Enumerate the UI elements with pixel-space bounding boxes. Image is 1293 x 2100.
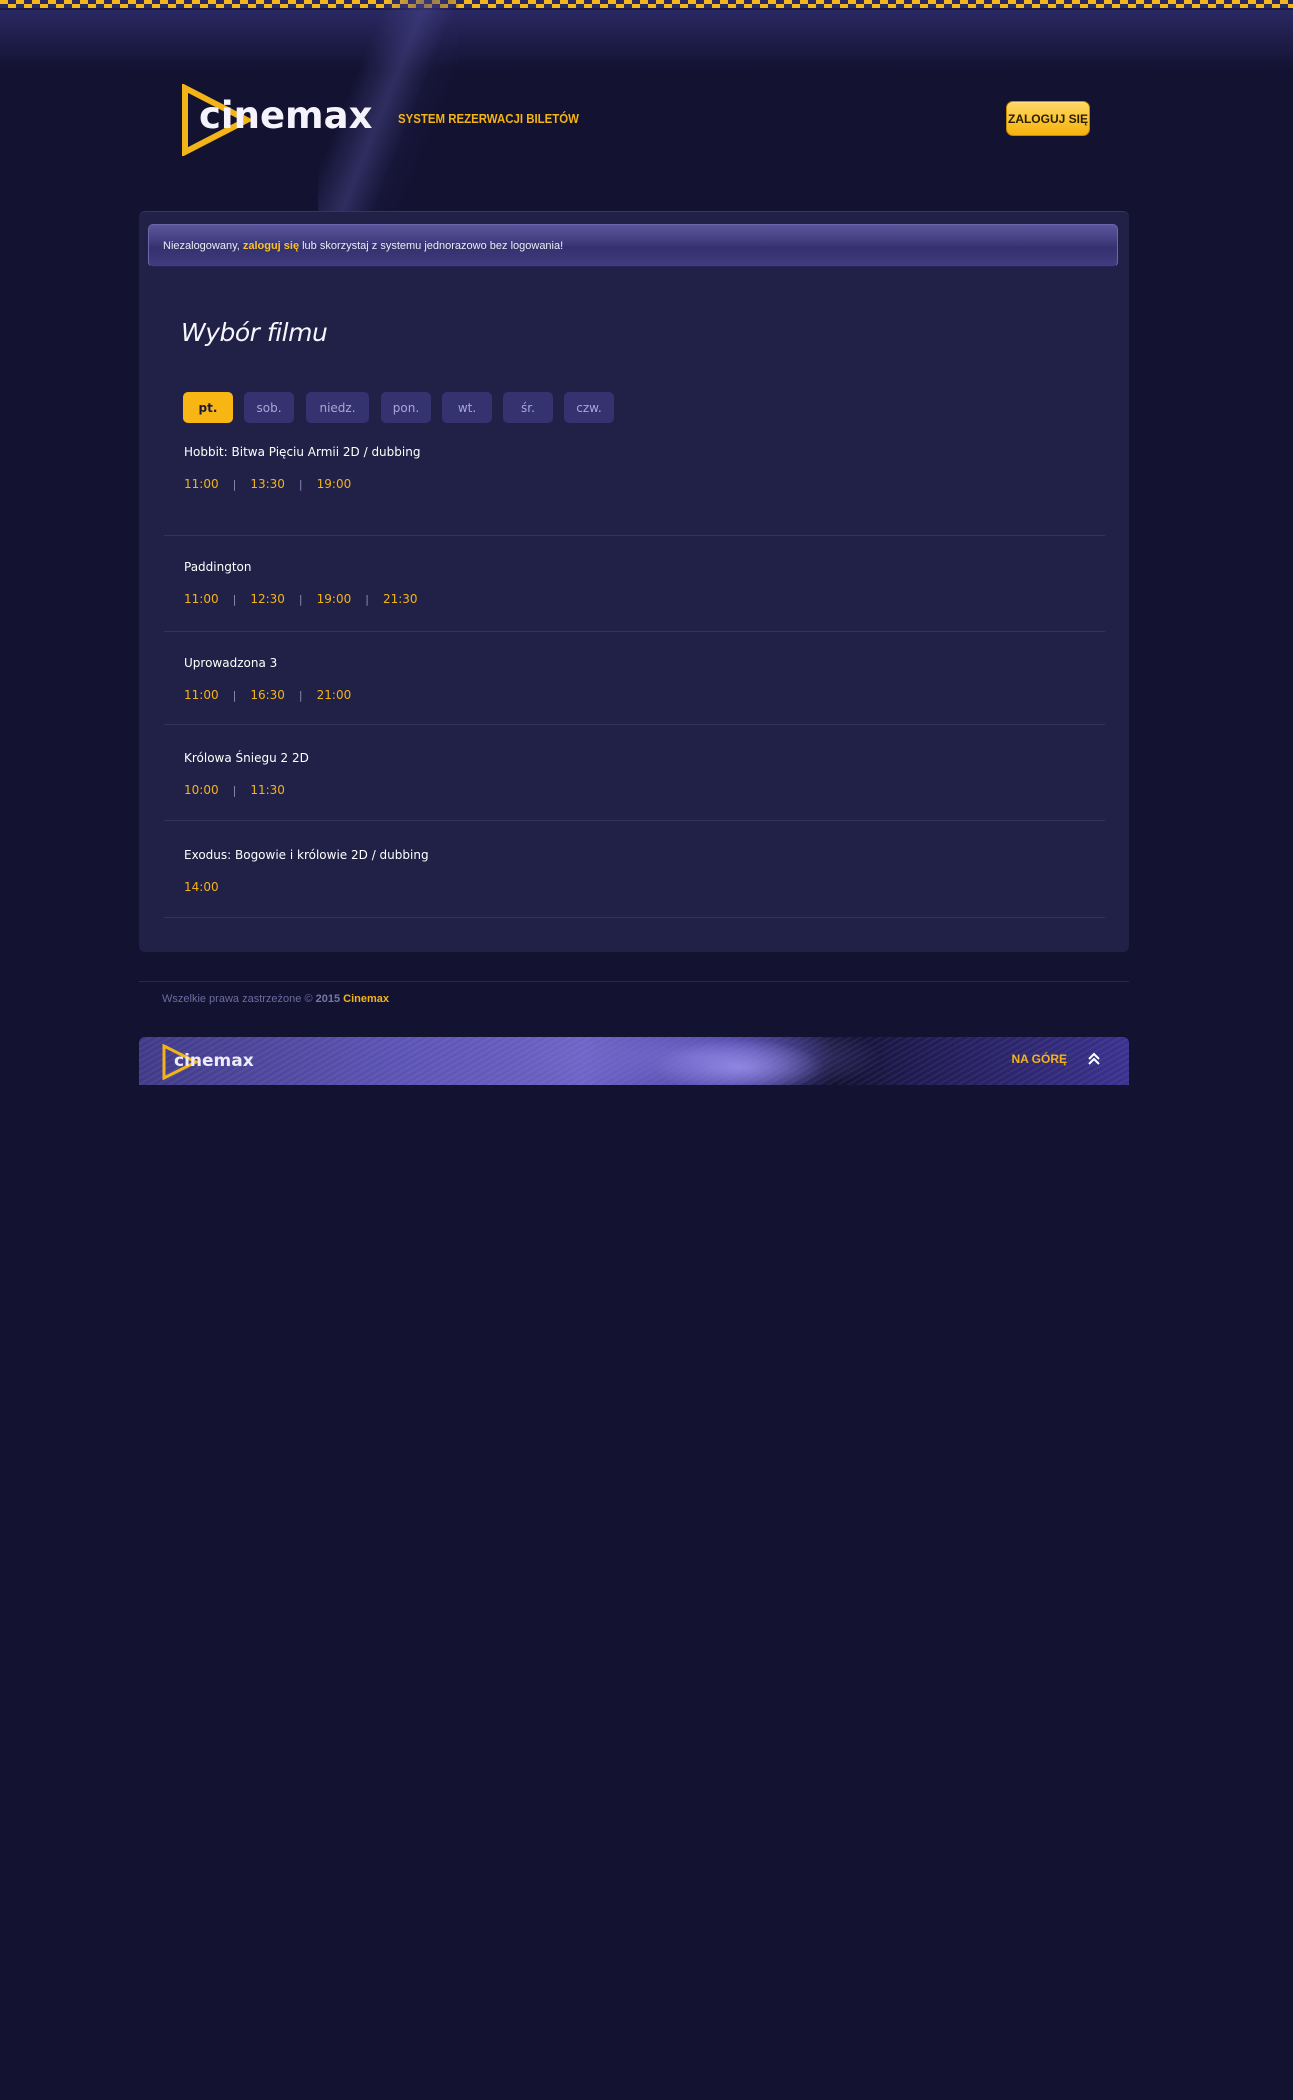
copyright: Wszelkie prawa zastrzeżone © 2015 Cinema… [162,993,389,1005]
logo-text: cinemax [199,94,373,137]
showtimes: 11:00 | 12:30 | 19:00 | 21:30 [184,592,418,606]
top-stripe [0,0,1293,10]
back-to-top-link[interactable]: NA GÓRĘ [1011,1052,1067,1066]
film-title[interactable]: Królowa Śniegu 2 2D [184,751,309,765]
film-list: Hobbit: Bitwa Pięciu Armii 2D / dubbing … [164,439,1105,918]
tab-day-thu[interactable]: czw. [564,392,614,423]
showtime-link[interactable]: 14:00 [184,880,219,894]
separator: | [365,592,369,606]
showtime-link[interactable]: 11:00 [184,688,219,702]
tab-day-tue[interactable]: wt. [442,392,492,423]
notice-text-before: Niezalogowany, [163,239,240,252]
showtimes: 10:00 | 11:30 [184,783,285,797]
main-panel: Niezalogowany, zaloguj się lub skorzysta… [139,211,1129,952]
footer-logo-text: cinemax [174,1051,254,1071]
showtime-link[interactable]: 11:30 [250,783,285,797]
showtime-link[interactable]: 11:00 [184,477,219,491]
showtime-link[interactable]: 16:30 [250,688,285,702]
tab-day-wed[interactable]: śr. [503,392,553,423]
footer-banner: cinemax NA GÓRĘ [139,1037,1129,1085]
footer-divider [139,981,1129,982]
film-row: Królowa Śniegu 2 2D 10:00 | 11:30 [164,725,1105,821]
showtime-link[interactable]: 19:00 [317,592,352,606]
separator: | [232,477,237,491]
site-tagline: SYSTEM REZERWACJI BILETÓW [398,111,579,126]
separator: | [298,592,303,606]
login-button[interactable]: ZALOGUJ SIĘ [1006,101,1090,136]
copyright-year: 2015 [315,993,341,1005]
film-row: Paddington 11:00 | 12:30 | 19:00 | 21:30 [164,536,1105,632]
copyright-text: Wszelkie prawa zastrzeżone © [162,993,313,1005]
separator: | [298,477,303,491]
showtime-link[interactable]: 13:30 [250,477,285,491]
separator: | [298,688,303,702]
showtimes: 14:00 [184,880,219,894]
showtime-link[interactable]: 11:00 [184,592,219,606]
film-title[interactable]: Hobbit: Bitwa Pięciu Armii 2D / dubbing [184,445,420,459]
film-row: Exodus: Bogowie i królowie 2D / dubbing … [164,821,1105,918]
showtime-link[interactable]: 19:00 [317,477,352,491]
tab-day-sun[interactable]: niedz. [306,392,369,423]
showtime-link[interactable]: 12:30 [250,592,285,606]
showtime-link[interactable]: 21:30 [383,592,418,606]
separator: | [232,592,237,606]
showtimes: 11:00 | 16:30 | 21:00 [184,688,351,702]
film-row: Uprowadzona 3 11:00 | 16:30 | 21:00 [164,632,1105,725]
showtime-link[interactable]: 21:00 [317,688,352,702]
copyright-brand[interactable]: Cinemax [343,993,389,1005]
page-title: Wybór filmu [181,318,328,347]
showtime-link[interactable]: 10:00 [184,783,219,797]
showtimes: 11:00 | 13:30 | 19:00 [184,477,351,491]
tab-day-sat[interactable]: sob. [244,392,294,423]
tab-day-mon[interactable]: pon. [381,392,431,423]
cinemax-logo[interactable]: cinemax [181,84,372,156]
separator: | [232,783,237,797]
tab-day-fri[interactable]: pt. [183,392,233,423]
footer-logo[interactable]: cinemax [162,1043,254,1084]
login-notice: Niezalogowany, zaloguj się lub skorzysta… [148,224,1118,267]
double-chevron-up-icon[interactable] [1087,1052,1101,1066]
top-glow [0,10,1293,70]
film-title[interactable]: Paddington [184,560,252,574]
film-row: Hobbit: Bitwa Pięciu Armii 2D / dubbing … [164,439,1105,536]
film-title[interactable]: Uprowadzona 3 [184,656,277,670]
separator: | [232,688,237,702]
notice-text-after: lub skorzystaj z systemu jednorazowo bez… [302,239,564,252]
notice-login-link[interactable]: zaloguj się [243,240,299,252]
film-title[interactable]: Exodus: Bogowie i królowie 2D / dubbing [184,848,429,862]
